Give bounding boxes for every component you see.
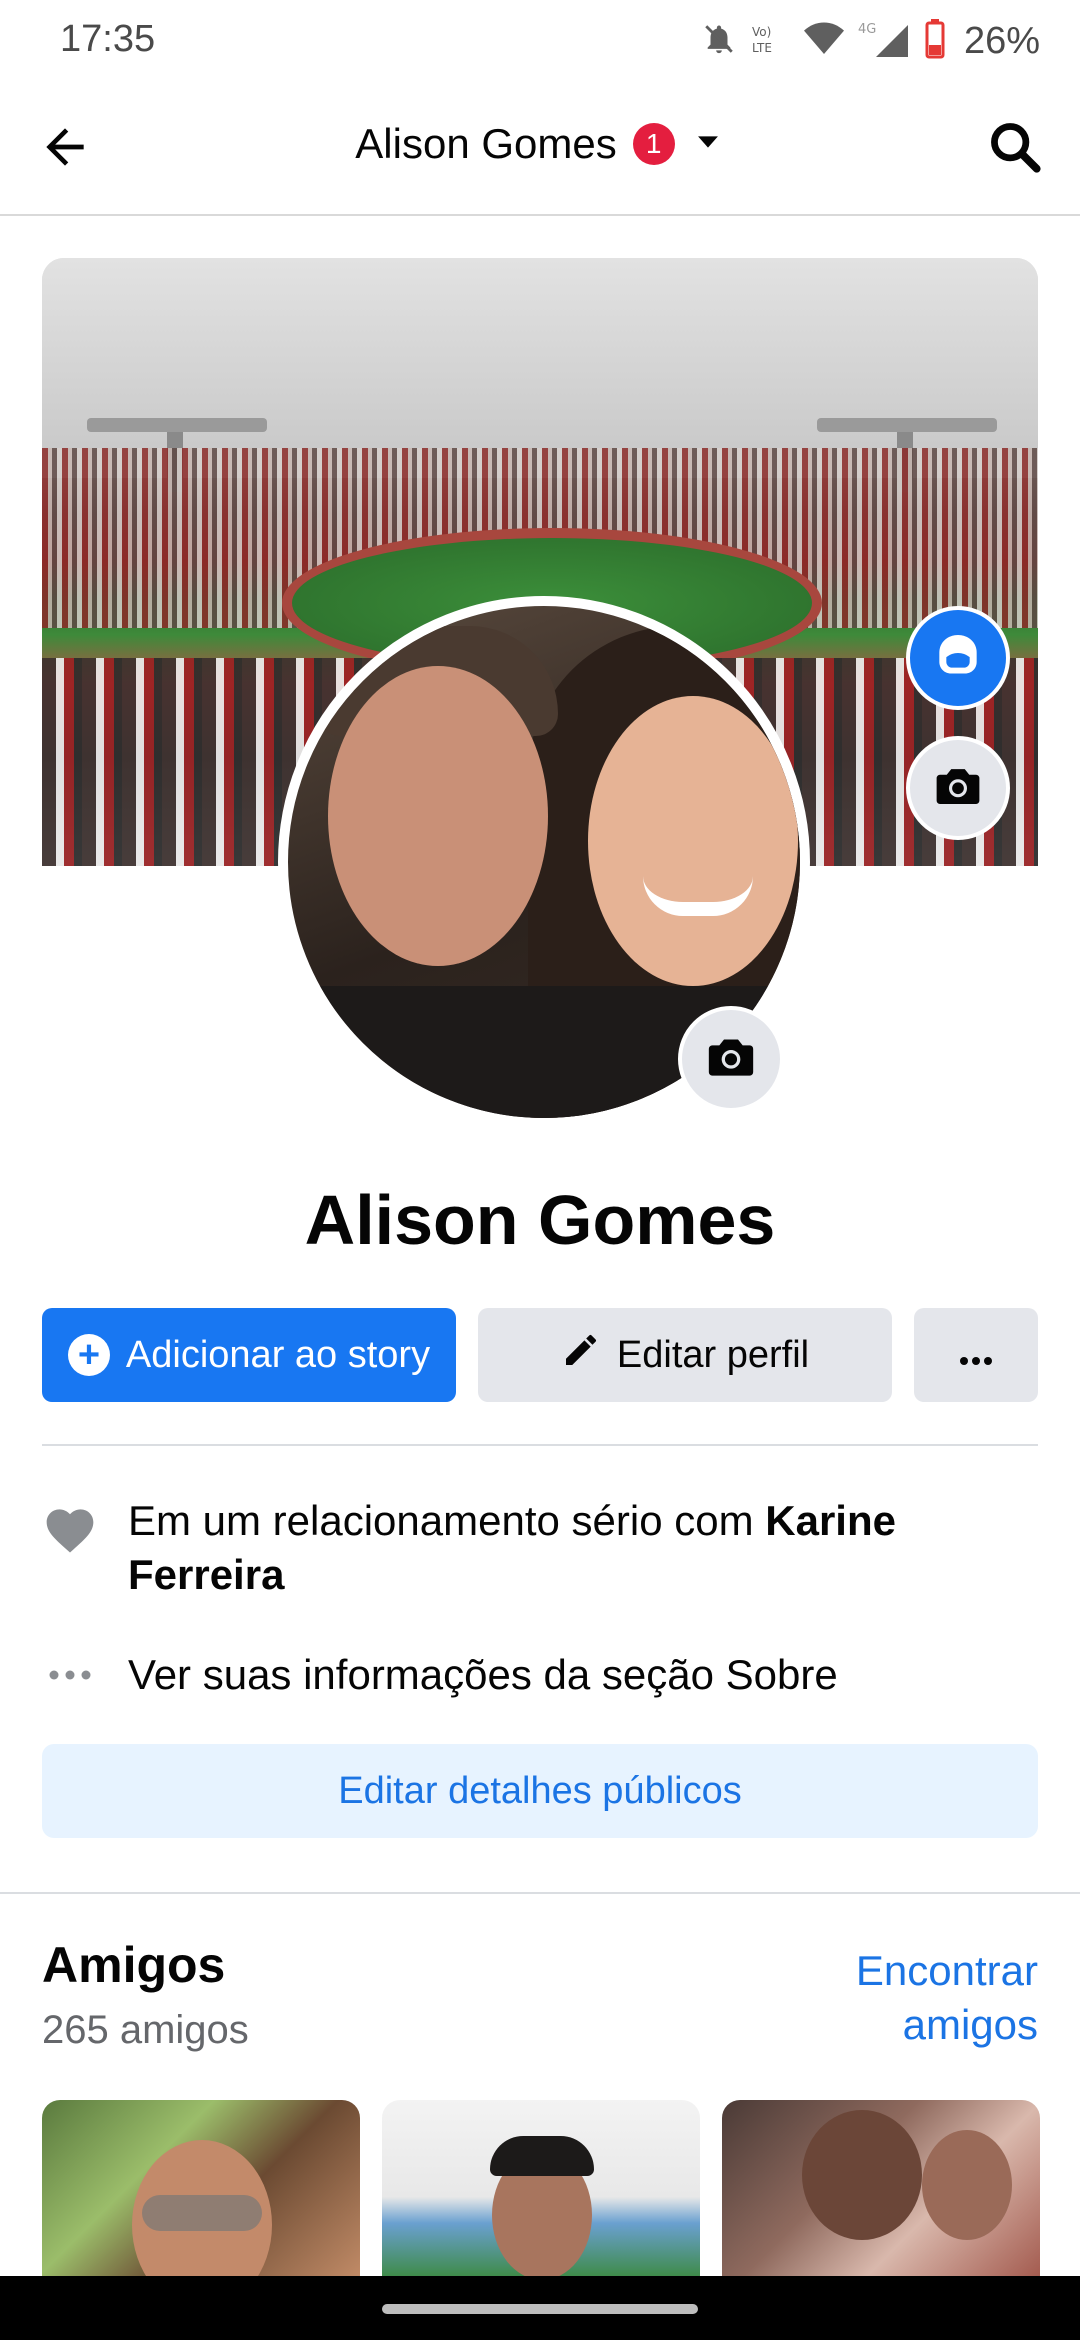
- profile-name: Alison Gomes: [304, 1181, 776, 1259]
- status-bar: 17:35 Vo) LTE 4G 26%: [0, 0, 1080, 84]
- profile-picture-detail: [328, 666, 548, 966]
- cover-sky: [42, 258, 1038, 478]
- friend-thumbnail[interactable]: [382, 2100, 700, 2276]
- heart-icon: [42, 1502, 98, 1554]
- add-to-story-button[interactable]: + Adicionar ao story: [42, 1308, 456, 1402]
- friend-photo-detail: [802, 2110, 922, 2240]
- more-icon: [956, 1334, 996, 1377]
- profile-picture-detail: [588, 696, 798, 986]
- bell-off-icon: [702, 22, 736, 61]
- system-navigation-bar: [0, 2276, 1080, 2340]
- search-icon: [986, 118, 1044, 181]
- signal-4g-icon: 4G: [858, 19, 910, 64]
- sunglasses-detail: [142, 2195, 262, 2231]
- edit-profile-picture-button[interactable]: [678, 1006, 784, 1112]
- more-options-button[interactable]: [914, 1308, 1038, 1402]
- relationship-prefix: Em um relacionamento sério com: [128, 1497, 766, 1544]
- relationship-info: Em um relacionamento sério com Karine Fe…: [42, 1494, 1038, 1602]
- header-title: Alison Gomes: [355, 120, 617, 167]
- avatar-icon: [930, 628, 986, 689]
- profile-actions: + Adicionar ao story Editar perfil: [42, 1308, 1038, 1402]
- divider: [42, 1444, 1038, 1446]
- friend-thumbnail[interactable]: [722, 2100, 1040, 2276]
- find-friends-link[interactable]: Encontrar amigos: [778, 1944, 1038, 2052]
- camera-icon: [703, 1029, 759, 1090]
- battery-percent: 26%: [963, 19, 1040, 62]
- svg-text:LTE: LTE: [752, 41, 772, 55]
- add-to-story-label: Adicionar ao story: [125, 1333, 431, 1376]
- edit-cover-button[interactable]: [906, 736, 1010, 840]
- dropdown-caret-icon: [691, 125, 725, 164]
- about-info-label: Ver suas informações da seção Sobre: [128, 1651, 838, 1698]
- more-dots-icon: [42, 1669, 98, 1681]
- edit-profile-button[interactable]: Editar perfil: [478, 1308, 892, 1402]
- search-button[interactable]: [980, 114, 1050, 184]
- edit-profile-label: Editar perfil: [616, 1333, 810, 1376]
- stadium-light-tower: [87, 418, 267, 492]
- svg-text:Vo): Vo): [752, 25, 771, 39]
- wifi-icon: [803, 22, 844, 61]
- friends-count: 265 amigos: [42, 2008, 249, 2052]
- section-divider: [0, 1892, 1080, 1894]
- friend-photo-detail: [922, 2130, 1012, 2240]
- edit-public-details-button[interactable]: Editar detalhes públicos: [42, 1744, 1038, 1838]
- app-header: Alison Gomes 1: [0, 84, 1080, 216]
- pencil-icon: [561, 1330, 601, 1380]
- status-icons: Vo) LTE 4G 26%: [702, 16, 1040, 66]
- volte-icon: Vo) LTE: [750, 22, 790, 61]
- camera-icon: [931, 759, 985, 818]
- about-info-link[interactable]: Ver suas informações da seção Sobre: [42, 1648, 1038, 1702]
- status-time: 17:35: [60, 18, 156, 60]
- stadium-light-tower: [817, 418, 997, 492]
- battery-icon: [924, 18, 946, 64]
- notification-badge: 1: [632, 123, 675, 165]
- plus-circle-icon: +: [67, 1334, 110, 1376]
- friends-title: Amigos: [42, 1937, 226, 1993]
- home-gesture-handle[interactable]: [382, 2304, 698, 2314]
- avatar-button[interactable]: [906, 606, 1010, 710]
- friend-thumbnail[interactable]: [42, 2100, 360, 2276]
- friend-hair-detail: [490, 2136, 594, 2176]
- svg-text:4G: 4G: [858, 22, 876, 37]
- profile-switcher[interactable]: Alison Gomes 1: [0, 120, 1080, 168]
- relationship-text: Em um relacionamento sério com Karine Fe…: [128, 1494, 1038, 1602]
